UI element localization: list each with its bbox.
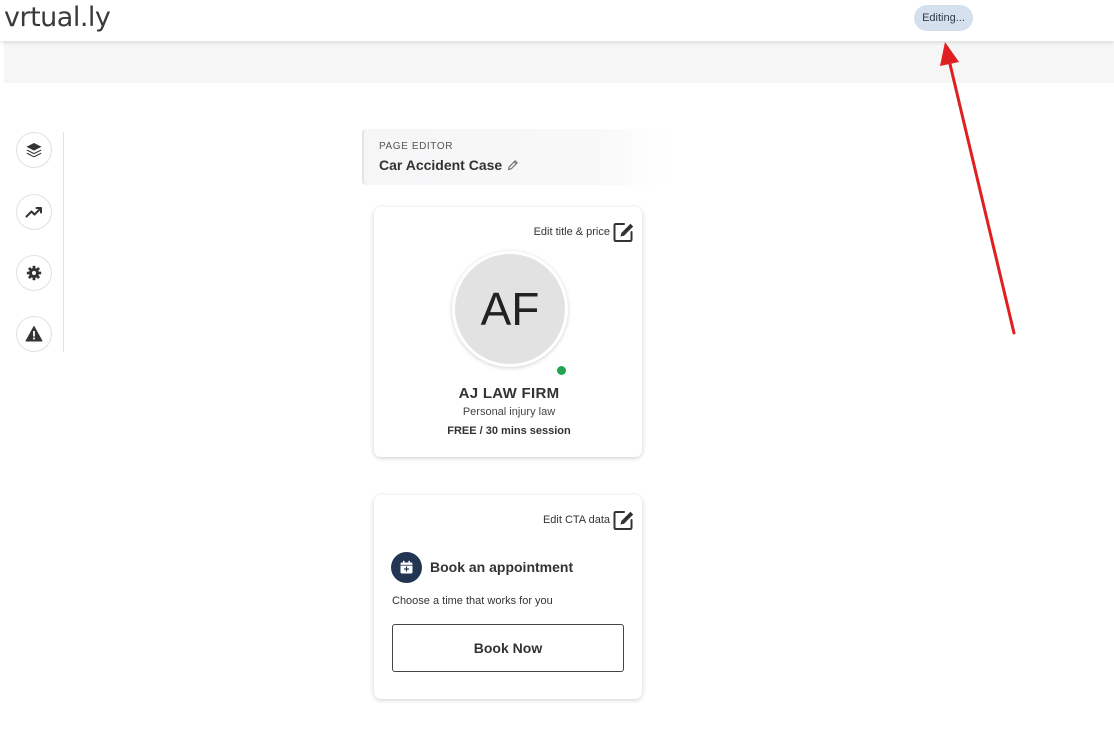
cta-description: Choose a time that works for you — [392, 595, 553, 607]
warning-icon — [25, 326, 43, 342]
calendar-plus-icon — [391, 552, 422, 583]
sidebar-item-layers[interactable] — [16, 132, 52, 168]
session-price: FREE / 30 mins session — [447, 425, 571, 437]
edit-cta-data-link[interactable]: Edit CTA data — [543, 514, 610, 526]
page-editor-label: PAGE EDITOR — [379, 141, 454, 152]
app-logo[interactable]: vrtual.ly — [4, 2, 111, 33]
online-status-dot — [557, 366, 566, 375]
cta-title: Book an appointment — [430, 559, 574, 575]
sub-toolbar — [4, 41, 1114, 83]
layers-icon — [26, 143, 42, 158]
profile-card: Edit title & price AF AJ LAW FIRM Person… — [374, 207, 642, 457]
book-now-button[interactable]: Book Now — [392, 624, 624, 672]
trending-up-icon — [25, 207, 42, 218]
sidebar-divider — [63, 132, 64, 352]
editing-status-badge[interactable]: Editing... — [914, 5, 973, 31]
firm-name: AJ LAW FIRM — [458, 385, 560, 402]
gear-icon — [26, 265, 42, 281]
top-bar: vrtual.ly Editing... — [0, 0, 1114, 41]
sidebar-item-alerts[interactable] — [16, 316, 52, 352]
edit-icon[interactable] — [612, 509, 636, 531]
sidebar-item-settings[interactable] — [16, 255, 52, 291]
avatar-frame: AF — [452, 251, 568, 367]
firm-subtitle: Personal injury law — [462, 406, 556, 418]
edit-icon[interactable] — [612, 221, 636, 243]
cta-card: Edit CTA data Book an appointment Choose… — [374, 495, 642, 699]
avatar[interactable]: AF — [455, 254, 565, 364]
pencil-icon[interactable] — [507, 159, 519, 171]
page-editor-header: PAGE EDITOR Car Accident Case — [362, 129, 670, 185]
sidebar-item-analytics[interactable] — [16, 194, 52, 230]
page-title: Car Accident Case — [379, 157, 503, 173]
edit-title-price-link[interactable]: Edit title & price — [534, 226, 610, 238]
